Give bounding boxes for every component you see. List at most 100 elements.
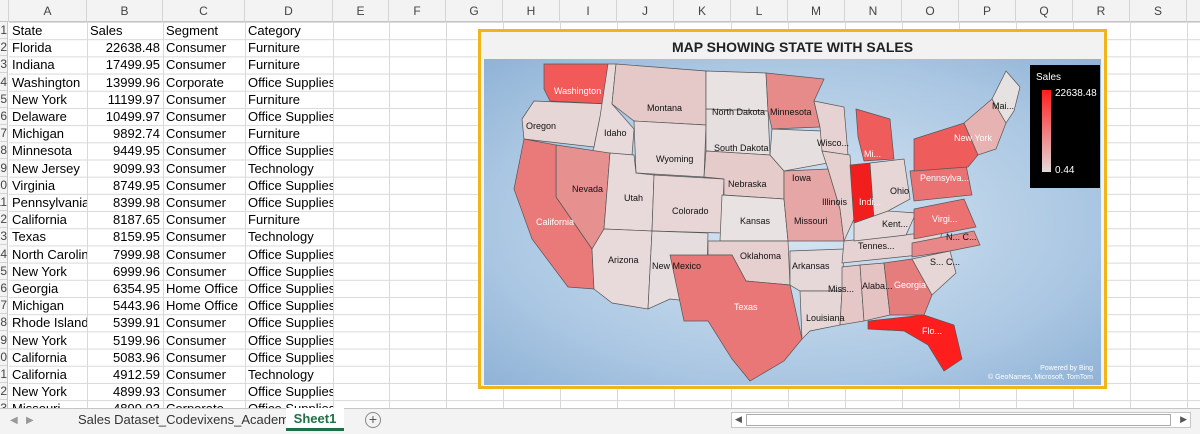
cell-segment[interactable]: Consumer — [163, 349, 245, 366]
cell-segment[interactable]: Consumer — [163, 56, 245, 73]
cell-category[interactable]: Office Supplies — [245, 297, 333, 314]
cell-sales[interactable]: 8399.98 — [87, 194, 163, 211]
cell-segment[interactable]: Home Office — [163, 280, 245, 297]
cell-sales[interactable]: 11199.97 — [87, 91, 163, 108]
cell-category[interactable]: Technology — [245, 160, 333, 177]
cell-segment[interactable]: Consumer — [163, 228, 245, 245]
row-header[interactable]: 15 — [0, 263, 7, 280]
row-header[interactable]: 19 — [0, 332, 7, 349]
column-header-d[interactable]: D — [245, 0, 333, 22]
cell-state[interactable]: Delaware — [9, 108, 87, 125]
filled-map[interactable]: Washington Oregon Idaho Montana North Da… — [484, 59, 1101, 385]
column-header-a[interactable]: A — [9, 0, 87, 22]
column-header-q[interactable]: Q — [1016, 0, 1073, 22]
cell-category[interactable]: Technology — [245, 228, 333, 245]
cell-category[interactable]: Office Supplies — [245, 314, 333, 331]
cell-state[interactable]: Minnesota — [9, 142, 87, 159]
cell-category[interactable]: Office Supplies — [245, 246, 333, 263]
cell-category[interactable]: Furniture — [245, 39, 333, 56]
cell-category[interactable]: Office Supplies — [245, 263, 333, 280]
scroll-left-icon[interactable]: ◀ — [735, 414, 742, 425]
column-header-g[interactable]: G — [446, 0, 503, 22]
cell-sales[interactable]: 8159.95 — [87, 228, 163, 245]
row-header[interactable]: 11 — [0, 194, 7, 211]
cell-sales[interactable]: 8749.95 — [87, 177, 163, 194]
header-cell-category[interactable]: Category — [245, 22, 333, 39]
cell-state[interactable]: Michigan — [9, 297, 87, 314]
cell-segment[interactable]: Corporate — [163, 400, 245, 408]
column-header-n[interactable]: N — [845, 0, 902, 22]
row-header[interactable]: 3 — [0, 56, 7, 74]
cell-state[interactable]: California — [9, 211, 87, 228]
header-cell-segment[interactable]: Segment — [163, 22, 245, 39]
column-header-k[interactable]: K — [674, 0, 731, 22]
cell-state[interactable]: Texas — [9, 228, 87, 245]
row-header[interactable]: 8 — [0, 142, 7, 160]
cell-sales[interactable]: 5443.96 — [87, 297, 163, 314]
column-header-m[interactable]: M — [788, 0, 845, 22]
cell-sales[interactable]: 17499.95 — [87, 56, 163, 73]
column-header-f[interactable]: F — [389, 0, 446, 22]
header-cell-state[interactable]: State — [9, 22, 87, 39]
cell-sales[interactable]: 5399.91 — [87, 314, 163, 331]
cell-sales[interactable]: 9449.95 — [87, 142, 163, 159]
cell-sales[interactable]: 22638.48 — [87, 39, 163, 56]
cell-category[interactable]: Furniture — [245, 125, 333, 142]
row-header[interactable]: 14 — [0, 246, 7, 263]
cell-state[interactable]: Pennsylvania — [9, 194, 87, 211]
cell-state[interactable]: North Carolin — [9, 246, 87, 263]
cell-state[interactable]: New York — [9, 91, 87, 108]
column-header-j[interactable]: J — [617, 0, 674, 22]
row-header[interactable]: 20 — [0, 349, 7, 366]
cell-segment[interactable]: Home Office — [163, 297, 245, 314]
row-header[interactable]: 13 — [0, 228, 7, 246]
scroll-right-icon[interactable]: ▶ — [1180, 414, 1187, 425]
cell-sales[interactable]: 5083.96 — [87, 349, 163, 366]
column-header-b[interactable]: B — [87, 0, 163, 22]
cell-segment[interactable]: Consumer — [163, 160, 245, 177]
cell-state[interactable]: New York — [9, 263, 87, 280]
cell-category[interactable]: Technology — [245, 366, 333, 383]
cell-sales[interactable]: 13999.96 — [87, 74, 163, 91]
cell-segment[interactable]: Consumer — [163, 332, 245, 349]
cell-segment[interactable]: Consumer — [163, 246, 245, 263]
cell-segment[interactable]: Consumer — [163, 108, 245, 125]
cell-state[interactable]: New York — [9, 383, 87, 400]
cell-category[interactable]: Furniture — [245, 91, 333, 108]
cell-state[interactable]: California — [9, 349, 87, 366]
cell-segment[interactable]: Consumer — [163, 194, 245, 211]
cell-state[interactable]: New Jersey — [9, 160, 87, 177]
row-header[interactable]: 18 — [0, 314, 7, 332]
cell-sales[interactable]: 4899.93 — [87, 383, 163, 400]
next-sheet-icon[interactable]: ▶ — [26, 415, 34, 426]
column-header-e[interactable]: E — [333, 0, 389, 22]
cell-sales[interactable]: 4899.93 — [87, 400, 163, 408]
cell-state[interactable]: Michigan — [9, 125, 87, 142]
cell-state[interactable]: Missouri — [9, 400, 87, 408]
horizontal-scrollbar[interactable]: ◀ ▶ — [731, 412, 1191, 428]
cell-state[interactable]: Indiana — [9, 56, 87, 73]
cell-category[interactable]: Office Supplies — [245, 280, 333, 297]
row-header[interactable]: 23 — [0, 400, 7, 408]
cell-state[interactable]: Virginia — [9, 177, 87, 194]
cell-segment[interactable]: Consumer — [163, 142, 245, 159]
cell-sales[interactable]: 10499.97 — [87, 108, 163, 125]
map-legend[interactable]: Sales 22638.48 0.44 — [1030, 65, 1100, 188]
cell-segment[interactable]: Consumer — [163, 366, 245, 383]
row-header[interactable]: 5 — [0, 91, 7, 108]
cell-category[interactable]: Furniture — [245, 56, 333, 73]
cell-sales[interactable]: 9892.74 — [87, 125, 163, 142]
cell-segment[interactable]: Consumer — [163, 383, 245, 400]
tab-sales-dataset[interactable]: Sales Dataset_Codevixens_Academ — [66, 409, 303, 431]
row-header[interactable]: 9 — [0, 160, 7, 177]
cell-state[interactable]: New York — [9, 332, 87, 349]
cell-segment[interactable]: Consumer — [163, 314, 245, 331]
cell-segment[interactable]: Consumer — [163, 39, 245, 56]
column-header-s[interactable]: S — [1130, 0, 1187, 22]
row-header[interactable]: 12 — [0, 211, 7, 229]
row-header[interactable]: 17 — [0, 297, 7, 315]
cell-state[interactable]: California — [9, 366, 87, 383]
row-header[interactable]: 22 — [0, 383, 7, 401]
column-header-o[interactable]: O — [902, 0, 959, 22]
column-header-i[interactable]: I — [560, 0, 617, 22]
